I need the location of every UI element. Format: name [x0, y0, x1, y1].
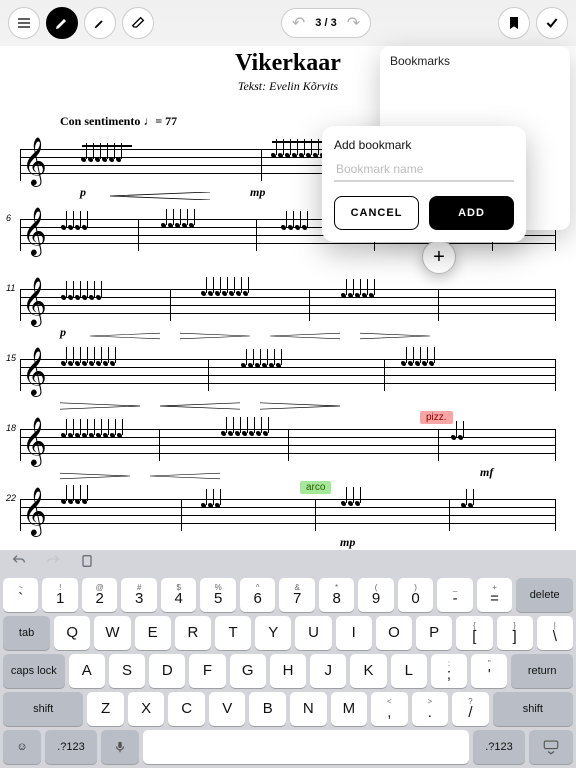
key-b[interactable]: B [249, 692, 286, 726]
measure-number: 22 [6, 493, 16, 503]
staff-line: 11 𝄞 p [20, 279, 556, 331]
key-s[interactable]: S [109, 654, 145, 688]
menu-button[interactable] [8, 7, 40, 39]
key-.[interactable]: >. [412, 692, 449, 726]
dynamic-mp: mp [340, 535, 355, 550]
key-shift-left[interactable]: shift [3, 692, 83, 726]
key-'[interactable]: "' [471, 654, 507, 688]
key-dictation[interactable] [101, 730, 139, 764]
key-z[interactable]: Z [87, 692, 124, 726]
key-j[interactable]: J [310, 654, 346, 688]
add-bookmark-dialog: Add bookmark CANCEL ADD [322, 126, 526, 242]
top-toolbar: ↶ 3 / 3 ↷ [0, 0, 576, 46]
staff-line: 18 𝄞 pizz. mf [20, 419, 556, 471]
key-y[interactable]: Y [255, 616, 291, 650]
key-2[interactable]: @2 [82, 578, 117, 612]
key-n[interactable]: N [290, 692, 327, 726]
key-q[interactable]: Q [54, 616, 90, 650]
pen-tool-button[interactable] [46, 7, 78, 39]
key-space[interactable] [143, 730, 469, 764]
key-m[interactable]: M [331, 692, 368, 726]
key-w[interactable]: W [94, 616, 130, 650]
key-numbers[interactable]: .?123 [45, 730, 97, 764]
arco-tag: arco [300, 481, 331, 494]
key-=[interactable]: += [477, 578, 512, 612]
prev-page-icon[interactable]: ↶ [292, 13, 305, 33]
dynamic-mp: mp [250, 185, 265, 200]
key-capslock[interactable]: caps lock [3, 654, 65, 688]
key-e[interactable]: E [135, 616, 171, 650]
key-emoji[interactable]: ☺ [3, 730, 41, 764]
key-9[interactable]: (9 [358, 578, 393, 612]
key-tab[interactable]: tab [3, 616, 50, 650]
key-u[interactable]: U [295, 616, 331, 650]
key-1[interactable]: !1 [42, 578, 77, 612]
key-x[interactable]: X [128, 692, 165, 726]
key-v[interactable]: V [209, 692, 246, 726]
key-f[interactable]: F [189, 654, 225, 688]
add-button[interactable]: ADD [429, 196, 514, 230]
key-o[interactable]: O [376, 616, 412, 650]
measure-number: 15 [6, 353, 16, 363]
kb-clipboard-icon[interactable] [79, 553, 95, 574]
on-screen-keyboard: ~`!1@2#3$4%5^6&7*8(9)0_-+=delete tabQWER… [0, 550, 576, 768]
key-i[interactable]: I [336, 616, 372, 650]
bookmarks-title: Bookmarks [390, 54, 560, 68]
key-;[interactable]: :; [431, 654, 467, 688]
key-g[interactable]: G [230, 654, 266, 688]
measure-number: 6 [6, 213, 11, 223]
eraser-tool-button[interactable] [122, 7, 154, 39]
key-/[interactable]: ?/ [452, 692, 489, 726]
key-,[interactable]: <, [371, 692, 408, 726]
key-p[interactable]: P [416, 616, 452, 650]
key-][interactable]: }] [497, 616, 533, 650]
kb-redo-icon[interactable] [45, 553, 61, 574]
staff-line: 22 𝄞 arco mp [20, 489, 556, 541]
measure-number: 11 [6, 283, 15, 293]
dynamic-p: p [80, 185, 86, 200]
key-a[interactable]: A [69, 654, 105, 688]
pizz-tag: pizz. [420, 411, 453, 424]
cancel-button[interactable]: CANCEL [334, 196, 419, 230]
kb-undo-icon[interactable] [11, 553, 27, 574]
key-hide-keyboard[interactable] [529, 730, 573, 764]
key-d[interactable]: D [149, 654, 185, 688]
key-6[interactable]: ^6 [240, 578, 275, 612]
key-shift-right[interactable]: shift [493, 692, 573, 726]
key-numbers-right[interactable]: .?123 [473, 730, 525, 764]
key-7[interactable]: &7 [279, 578, 314, 612]
key-5[interactable]: %5 [200, 578, 235, 612]
key-r[interactable]: R [175, 616, 211, 650]
add-bookmark-plus-button[interactable]: + [422, 240, 456, 274]
key-t[interactable]: T [215, 616, 251, 650]
page-navigator: ↶ 3 / 3 ↷ [281, 8, 371, 38]
key-k[interactable]: K [350, 654, 386, 688]
add-bookmark-label: Add bookmark [334, 138, 514, 152]
bookmark-button[interactable] [498, 7, 530, 39]
key-return[interactable]: return [511, 654, 573, 688]
dynamic-mf: mf [480, 465, 493, 480]
key-4[interactable]: $4 [161, 578, 196, 612]
highlighter-tool-button[interactable] [84, 7, 116, 39]
key-\[interactable]: |\ [537, 616, 573, 650]
page-indicator: 3 / 3 [315, 17, 336, 29]
done-button[interactable] [536, 7, 568, 39]
key-3[interactable]: #3 [121, 578, 156, 612]
next-page-icon[interactable]: ↷ [347, 13, 360, 33]
key-0[interactable]: )0 [398, 578, 433, 612]
key-[[interactable]: {[ [456, 616, 492, 650]
key-c[interactable]: C [168, 692, 205, 726]
key-l[interactable]: L [391, 654, 427, 688]
measure-number: 18 [6, 423, 16, 433]
key-h[interactable]: H [270, 654, 306, 688]
staff-line: 15 𝄞 [20, 349, 556, 401]
bookmark-name-input[interactable] [334, 158, 514, 182]
dynamic-p: p [60, 325, 66, 340]
key-delete[interactable]: delete [516, 578, 573, 612]
key-8[interactable]: *8 [319, 578, 354, 612]
key-`[interactable]: ~` [3, 578, 38, 612]
key--[interactable]: _- [437, 578, 472, 612]
